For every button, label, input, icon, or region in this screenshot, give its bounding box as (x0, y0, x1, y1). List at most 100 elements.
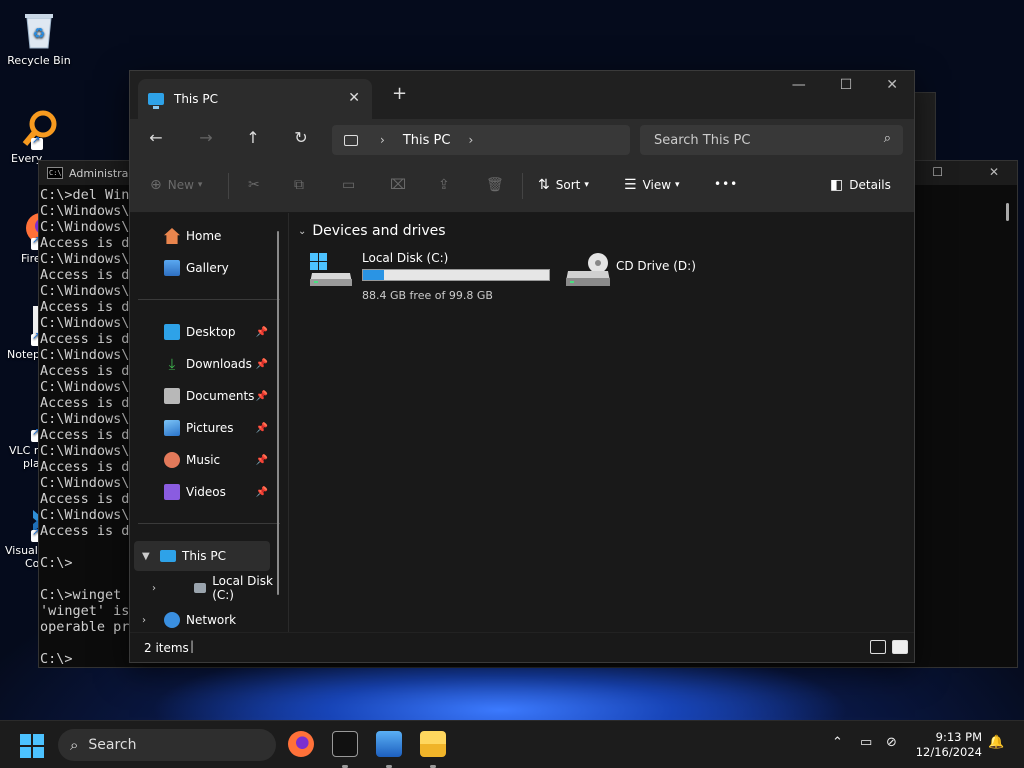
sidebar-item-label: Network (186, 613, 237, 627)
sidebar-item-local-disk[interactable]: › Local Disk (C:) (138, 573, 278, 603)
navigation-bar: ← → ↑ ↻ › This PC › Search This PC ⌕ (130, 119, 914, 159)
text-cursor: | (190, 639, 195, 653)
desktop-icon-everything[interactable]: Every (1, 108, 77, 165)
sidebar-item-pictures[interactable]: Pictures 📌 (138, 413, 270, 443)
drive-name: Local Disk (C:) (362, 251, 449, 265)
drive-local-disk-c[interactable]: Local Disk (C:) 88.4 GB free of 99.8 GB (310, 249, 560, 302)
documents-icon (164, 388, 180, 404)
search-placeholder: Search This PC (654, 132, 751, 148)
sidebar-scrollbar[interactable] (277, 231, 279, 595)
copy-button[interactable]: ⧉ (294, 177, 310, 193)
address-bar[interactable]: › This PC › (332, 125, 630, 155)
computer-icon (148, 93, 164, 109)
notification-bell-icon[interactable]: 🔔 (988, 735, 1004, 750)
divider (522, 173, 523, 199)
tab-close-icon[interactable]: ✕ (348, 90, 360, 106)
pin-icon[interactable]: 📌 (256, 391, 268, 402)
pin-icon[interactable]: 📌 (256, 327, 268, 338)
cut-button[interactable]: ✂ (248, 177, 266, 193)
sidebar-item-documents[interactable]: Documents 📌 (138, 381, 270, 411)
cmd-icon: C:\ (47, 167, 63, 179)
search-icon: ⌕ (883, 131, 891, 146)
breadcrumb-chevron-icon[interactable]: › (468, 133, 473, 147)
cmd-close-icon[interactable]: ✕ (989, 165, 999, 179)
windows-drive-icon (310, 253, 352, 286)
sidebar-item-downloads[interactable]: ⤓ Downloads 📌 (138, 349, 270, 379)
pin-icon[interactable]: 📌 (256, 455, 268, 466)
paste-button[interactable]: ▭ (342, 177, 361, 193)
gallery-icon (164, 260, 180, 276)
chevron-up-icon[interactable]: ⌃ (832, 735, 843, 750)
content-pane[interactable]: ⌄ Devices and drives Local Disk (C:) 88.… (290, 213, 914, 633)
refresh-icon[interactable]: ↻ (291, 128, 311, 147)
sidebar-item-this-pc[interactable]: ▼ This PC (134, 541, 270, 571)
view-icon: ☰ (624, 177, 637, 193)
new-tab-icon[interactable]: + (392, 83, 407, 104)
cmd-scrollbar-thumb[interactable] (1006, 203, 1009, 221)
command-bar: ⊕ New ▾ ✂ ⧉ ▭ ⌧ ⇪ 🗑 ⇅ Sort ▾ ☰ View ▾ ••… (130, 159, 914, 213)
tiles-view-icon[interactable] (892, 640, 908, 654)
sort-button[interactable]: ⇅ Sort ▾ (538, 177, 589, 193)
taskbar-search[interactable]: ⌕ Search (58, 729, 276, 761)
drive-icon (194, 583, 207, 593)
forward-arrow-icon[interactable]: → (196, 128, 216, 147)
breadcrumb-this-pc[interactable]: This PC (403, 133, 451, 148)
sidebar-item-gallery[interactable]: Gallery (138, 253, 270, 283)
sidebar-item-home[interactable]: Home (138, 221, 270, 251)
drive-cd-d[interactable]: CD Drive (D:) (566, 249, 706, 289)
file-explorer-icon[interactable] (420, 731, 446, 757)
pin-icon[interactable]: 📌 (256, 359, 268, 370)
close-icon[interactable]: ✕ (886, 77, 898, 93)
group-header[interactable]: ⌄ Devices and drives (298, 223, 446, 239)
pin-icon[interactable]: 📌 (256, 423, 268, 434)
taskbar-clock[interactable]: 9:13 PM 12/16/2024 (914, 730, 982, 760)
chevron-down-icon[interactable]: ▼ (142, 551, 150, 562)
up-arrow-icon[interactable]: ↑ (243, 128, 263, 147)
sidebar-item-music[interactable]: Music 📌 (138, 445, 270, 475)
display-icon[interactable]: ▭ (860, 735, 872, 750)
terminal-icon[interactable] (332, 731, 358, 757)
start-button[interactable] (20, 734, 44, 758)
chevron-right-icon[interactable]: › (142, 615, 146, 626)
drive-free-space: 88.4 GB free of 99.8 GB (362, 289, 493, 302)
desktop-icon-recycle-bin[interactable]: ♻ Recycle Bin (1, 10, 77, 67)
scissors-icon: ✂ (248, 177, 260, 193)
pin-icon[interactable]: 📌 (256, 487, 268, 498)
share-button[interactable]: ⇪ (438, 177, 456, 193)
network-disconnected-icon[interactable]: ⊘ (886, 735, 897, 750)
photos-icon[interactable] (376, 731, 402, 757)
breadcrumb-chevron-icon[interactable]: › (380, 133, 385, 147)
navigation-pane: Home Gallery Desktop 📌 ⤓ Downloads 📌 Doc… (130, 213, 288, 633)
sidebar-item-network[interactable]: › Network (138, 605, 270, 635)
maximize-icon[interactable]: ☐ (840, 77, 853, 93)
videos-icon (164, 484, 180, 500)
item-count: 2 items (144, 641, 189, 655)
more-options-icon[interactable]: ••• (714, 177, 738, 191)
chevron-down-icon: ▾ (584, 180, 589, 190)
view-button[interactable]: ☰ View ▾ (624, 177, 680, 193)
new-button[interactable]: ⊕ New ▾ (150, 177, 202, 193)
sort-icon: ⇅ (538, 177, 550, 193)
delete-button[interactable]: 🗑 (486, 177, 510, 193)
drive-usage-fill (363, 270, 385, 280)
sidebar-item-videos[interactable]: Videos 📌 (138, 477, 270, 507)
search-box[interactable]: Search This PC ⌕ (640, 125, 903, 155)
tab-this-pc[interactable]: This PC ✕ (138, 79, 372, 119)
firefox-icon[interactable] (288, 731, 314, 757)
chevron-right-icon[interactable]: › (152, 583, 156, 594)
minimize-icon[interactable]: — (792, 77, 806, 93)
cmd-maximize-icon[interactable]: ☐ (932, 165, 943, 179)
drive-name: CD Drive (D:) (616, 259, 696, 273)
details-pane-button[interactable]: ◧ Details (830, 177, 891, 193)
sidebar-item-label: Home (186, 229, 222, 243)
file-explorer-window[interactable]: This PC ✕ + — ☐ ✕ ← → ↑ ↻ › This PC › Se… (129, 70, 915, 663)
divider (138, 299, 280, 300)
back-arrow-icon[interactable]: ← (146, 128, 166, 147)
taskbar: ⌕ Search ⌃ ▭ ⊘ 9:13 PM 12/16/2024 🔔 (0, 720, 1024, 768)
copy-icon: ⧉ (294, 177, 304, 193)
pane-divider[interactable] (288, 213, 289, 633)
rename-button[interactable]: ⌧ (390, 177, 412, 193)
sidebar-item-desktop[interactable]: Desktop 📌 (138, 317, 270, 347)
details-view-icon[interactable] (870, 640, 886, 654)
search-icon: ⌕ (70, 736, 79, 754)
